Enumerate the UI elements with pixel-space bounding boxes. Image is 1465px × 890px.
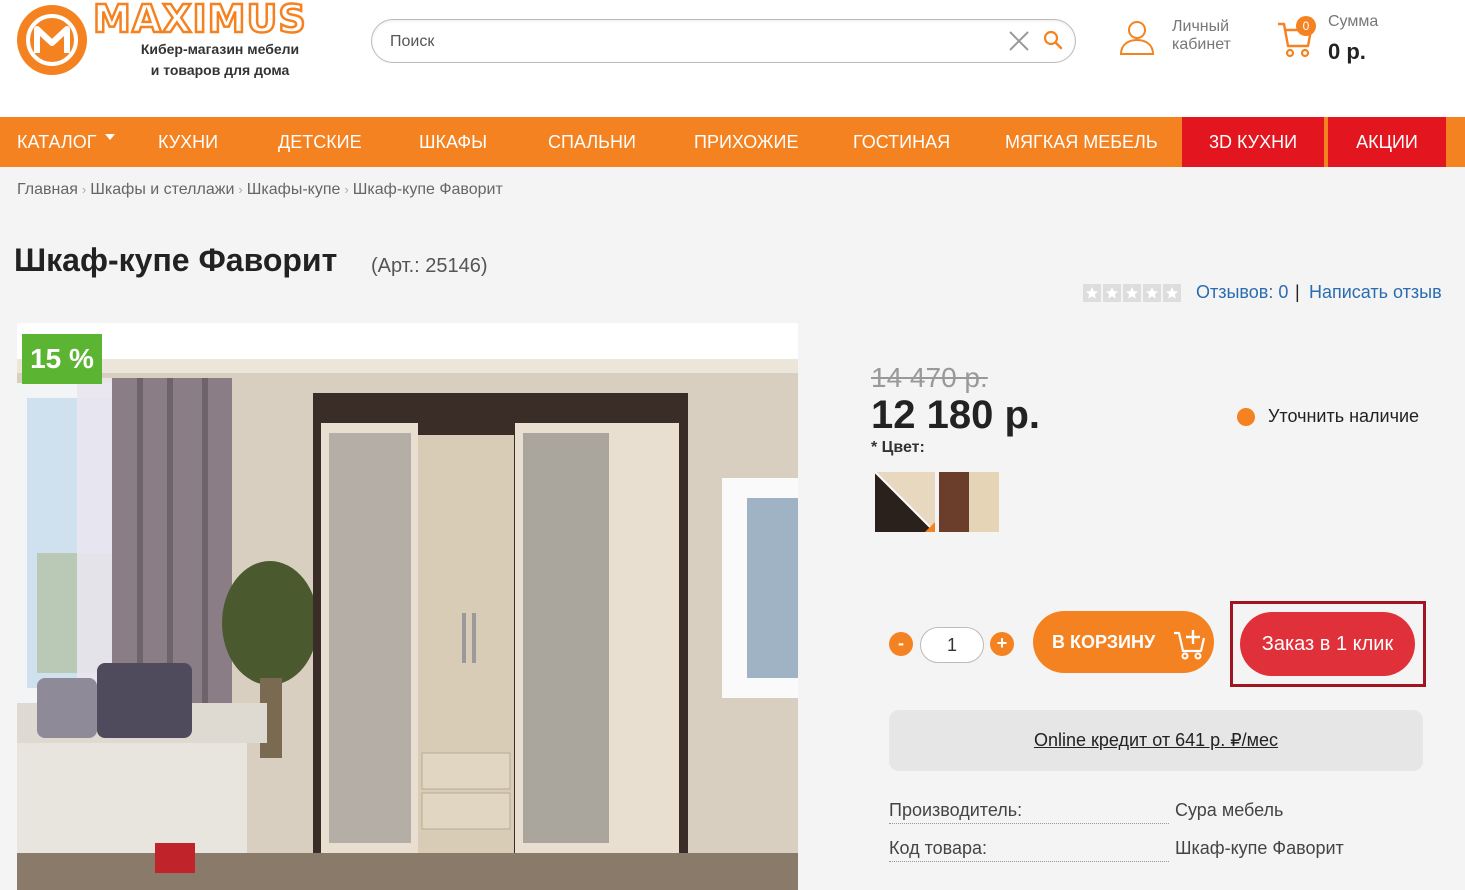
account-line-1: Личный xyxy=(1172,18,1230,35)
tagline-line-1: Кибер-магазин мебели xyxy=(140,41,300,57)
rating-stars xyxy=(1083,284,1183,307)
brand-tagline: Кибер-магазин мебели и товаров для дома xyxy=(130,39,310,81)
write-review-link[interactable]: Написать отзыв xyxy=(1309,282,1442,303)
star-icon xyxy=(1123,284,1141,302)
star-icon xyxy=(1163,284,1181,302)
discount-badge: 15 % xyxy=(22,334,102,384)
spec-value: Сура мебель xyxy=(1175,800,1284,820)
add-to-cart-label: В КОРЗИНУ xyxy=(1052,632,1156,652)
availability-link[interactable]: Уточнить наличие xyxy=(1268,406,1419,427)
cart-plus-icon xyxy=(1174,630,1206,660)
one-click-order-button[interactable]: Заказ в 1 клик xyxy=(1240,612,1415,676)
nav-item-soft-furniture[interactable]: МЯГКАЯ МЕБЕЛЬ xyxy=(1005,117,1158,167)
star-icon xyxy=(1143,284,1161,302)
spec-key: Производитель: xyxy=(889,800,1169,824)
nav-item-promotions[interactable]: АКЦИИ xyxy=(1328,117,1446,167)
spec-key: Код товара: xyxy=(889,838,1169,862)
nav-item-kids[interactable]: ДЕТСКИЕ xyxy=(278,117,362,167)
chevron-down-icon xyxy=(105,134,116,141)
nav-item-hallways[interactable]: ПРИХОЖИЕ xyxy=(694,117,798,167)
star-icon xyxy=(1103,284,1121,302)
availability-dot-icon xyxy=(1237,408,1255,426)
current-price: 12 180 р. xyxy=(871,393,1041,437)
star-icon xyxy=(1083,284,1101,302)
breadcrumb: Главная › Шкафы и стеллажи › Шкафы-купе › Шкаф… xyxy=(17,181,503,199)
nav-item-bedrooms[interactable]: СПАЛЬНИ xyxy=(548,117,636,167)
old-price: 14 470 р. xyxy=(871,362,988,393)
add-to-cart-button[interactable]: В КОРЗИНУ xyxy=(1033,611,1214,673)
nav-item-living-room[interactable]: ГОСТИНАЯ xyxy=(853,117,950,167)
breadcrumb-home[interactable]: Главная xyxy=(17,181,78,198)
breadcrumb-shelves[interactable]: Шкафы и стеллажи xyxy=(90,181,234,198)
breadcrumb-separator: › xyxy=(344,182,349,197)
quantity-input[interactable]: 1 xyxy=(920,627,984,663)
search-input[interactable] xyxy=(390,30,990,54)
account-line-2: кабинет xyxy=(1172,36,1231,53)
main-nav: КАТАЛОГ КУХНИ ДЕТСКИЕ ШКАФЫ СПАЛЬНИ ПРИХ… xyxy=(0,117,1465,167)
color-swatch-wenge[interactable] xyxy=(875,472,935,532)
breadcrumb-current: Шкаф-купе Фаворит xyxy=(352,181,503,198)
quantity-increase-button[interactable]: + xyxy=(990,632,1014,656)
brand-name[interactable]: MAXIMUS xyxy=(92,0,307,39)
product-photo[interactable] xyxy=(17,323,798,890)
search-icon[interactable] xyxy=(1043,30,1063,50)
color-label: * Цвет: xyxy=(871,439,925,456)
breadcrumb-separator: › xyxy=(81,182,87,197)
spec-value: Шкаф-купе Фаворит xyxy=(1175,838,1344,858)
nav-item-catalog[interactable]: КАТАЛОГ xyxy=(17,117,116,167)
cart-sum-value[interactable]: 0 р. xyxy=(1328,39,1366,65)
product-sku: (Арт.: 25146) xyxy=(371,255,488,277)
site-header: MAXIMUS Кибер-магазин мебели и товаров д… xyxy=(0,0,1465,117)
nav-item-wardrobes[interactable]: ШКАФЫ xyxy=(419,117,487,167)
breadcrumb-separator: › xyxy=(238,182,243,197)
cart-count-badge: 0 xyxy=(1296,16,1316,36)
clear-search-icon[interactable] xyxy=(1008,30,1030,52)
user-icon[interactable] xyxy=(1118,18,1156,56)
page-title: Шкаф-купе Фаворит xyxy=(14,242,338,278)
tagline-line-2: и товаров для дома xyxy=(150,62,290,78)
reviews-divider: | xyxy=(1295,282,1300,302)
logo-icon[interactable] xyxy=(17,5,87,75)
search-bar xyxy=(371,19,1076,63)
quantity-decrease-button[interactable]: - xyxy=(889,632,913,656)
nav-item-3d-kitchens[interactable]: 3D КУХНИ xyxy=(1182,117,1324,167)
color-swatch-walnut[interactable] xyxy=(939,472,999,532)
account-link[interactable]: Личный кабинет xyxy=(1172,18,1252,54)
nav-label: КАТАЛОГ xyxy=(17,132,97,152)
breadcrumb-wardrobes[interactable]: Шкафы-купе xyxy=(247,181,341,198)
reviews-link[interactable]: Отзывов: 0 xyxy=(1196,282,1288,303)
nav-item-kitchens[interactable]: КУХНИ xyxy=(158,117,218,167)
online-credit-button[interactable]: Online кредит от 641 р. ₽/мес xyxy=(889,710,1423,771)
cart-sum-label: Сумма xyxy=(1328,13,1379,30)
